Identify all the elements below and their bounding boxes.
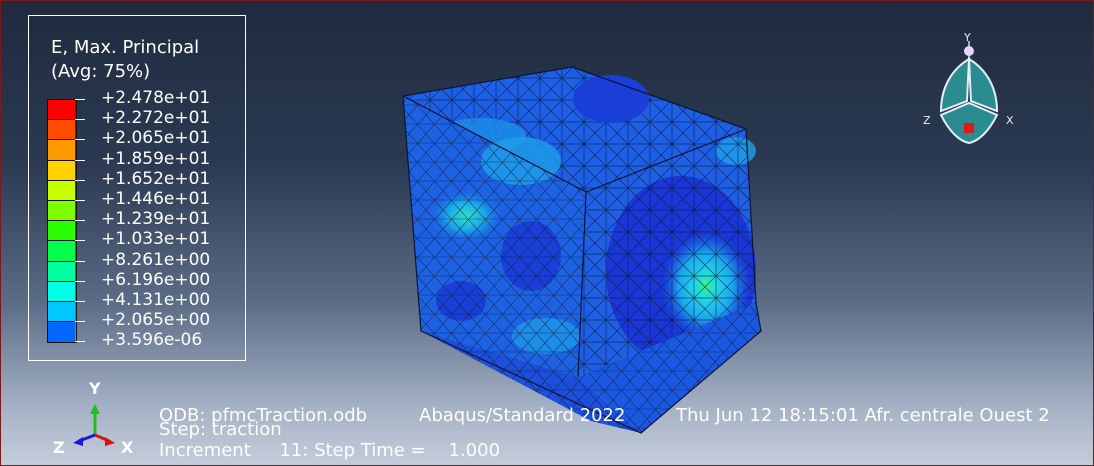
view-cube-right-face <box>967 57 999 113</box>
increment-info: Increment 11: Step Time = 1.000 <box>159 440 501 461</box>
view-cube-z-label: Z <box>923 114 931 127</box>
view-cube-top-face <box>939 57 971 113</box>
step-name: Step: traction <box>159 419 282 440</box>
triad-z-label: Z <box>53 438 65 457</box>
view-cube-y-handle <box>964 46 974 56</box>
view-cube-y-label: Y <box>964 31 971 44</box>
view-cube[interactable] <box>919 31 1019 151</box>
triad-x-label: X <box>121 438 134 457</box>
view-cube-origin <box>964 123 974 133</box>
run-date: Thu Jun 12 18:15:01 Afr. centrale Ouest … <box>676 405 1050 426</box>
view-cube-x-label: X <box>1006 114 1014 127</box>
viewport[interactable]: E, Max. Principal (Avg: 75%) +2.478e+01 +… <box>0 0 1094 466</box>
solver-version: Abaqus/Standard 2022 <box>419 405 626 426</box>
triad-y-label: Y <box>89 379 101 398</box>
axis-triad <box>73 404 115 446</box>
